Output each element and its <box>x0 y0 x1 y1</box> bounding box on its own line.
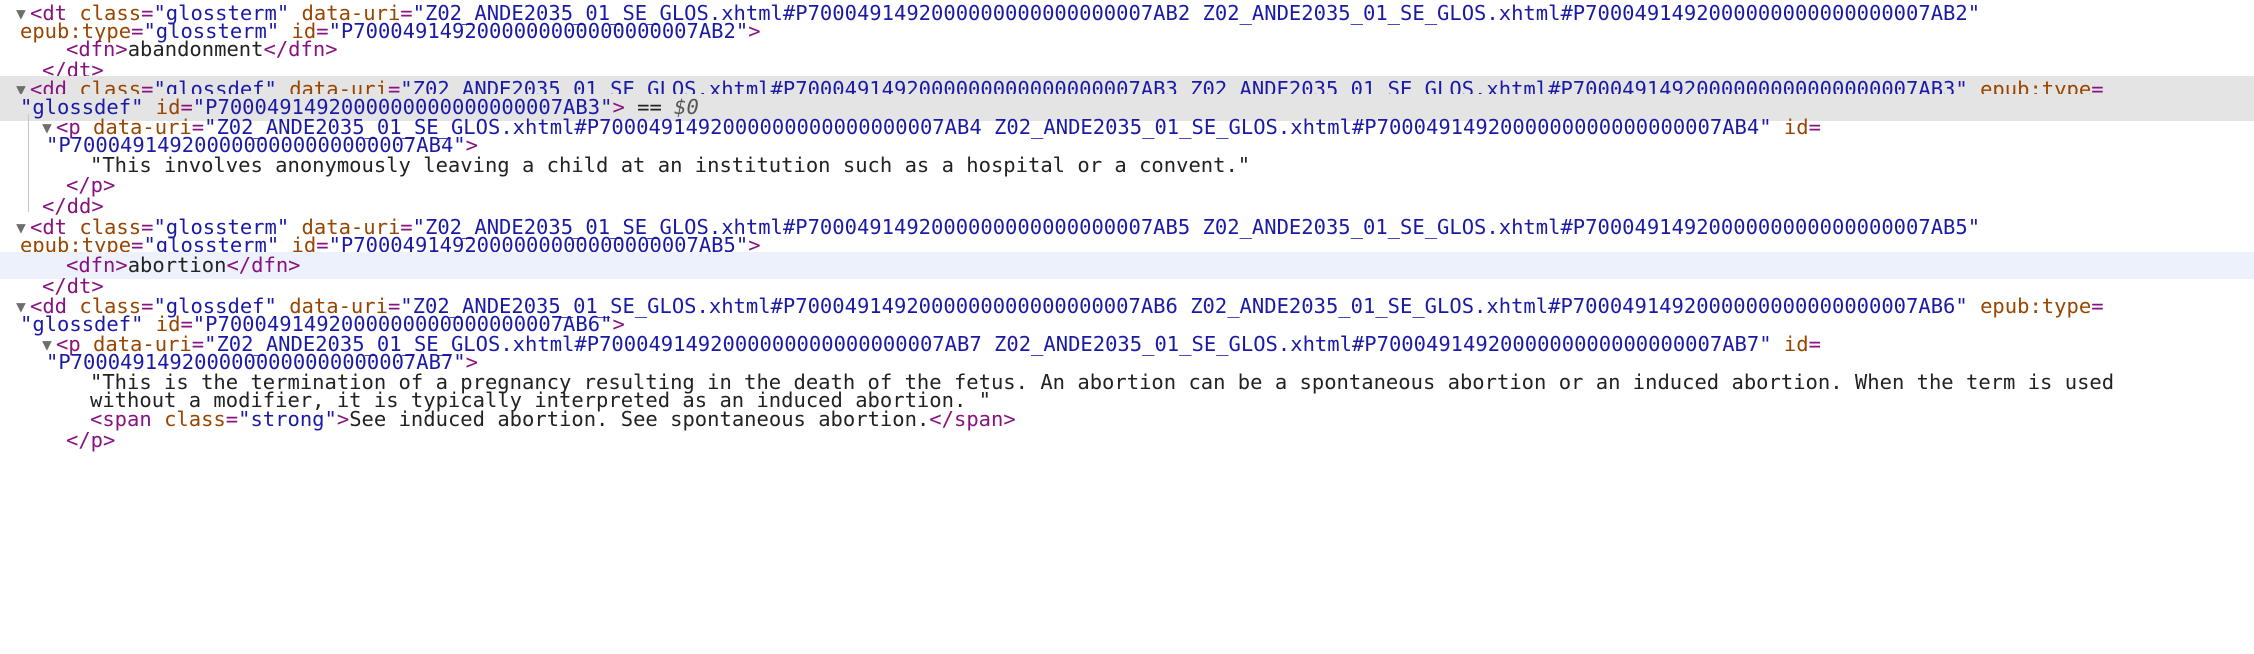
indent-guide <box>28 114 29 212</box>
p-close-node[interactable]: </p> <box>0 427 2254 454</box>
tag-close: </p> <box>66 428 116 452</box>
dom-elements-tree: ▼ <dt class="glossterm" data-uri="Z02_AN… <box>0 0 2254 654</box>
